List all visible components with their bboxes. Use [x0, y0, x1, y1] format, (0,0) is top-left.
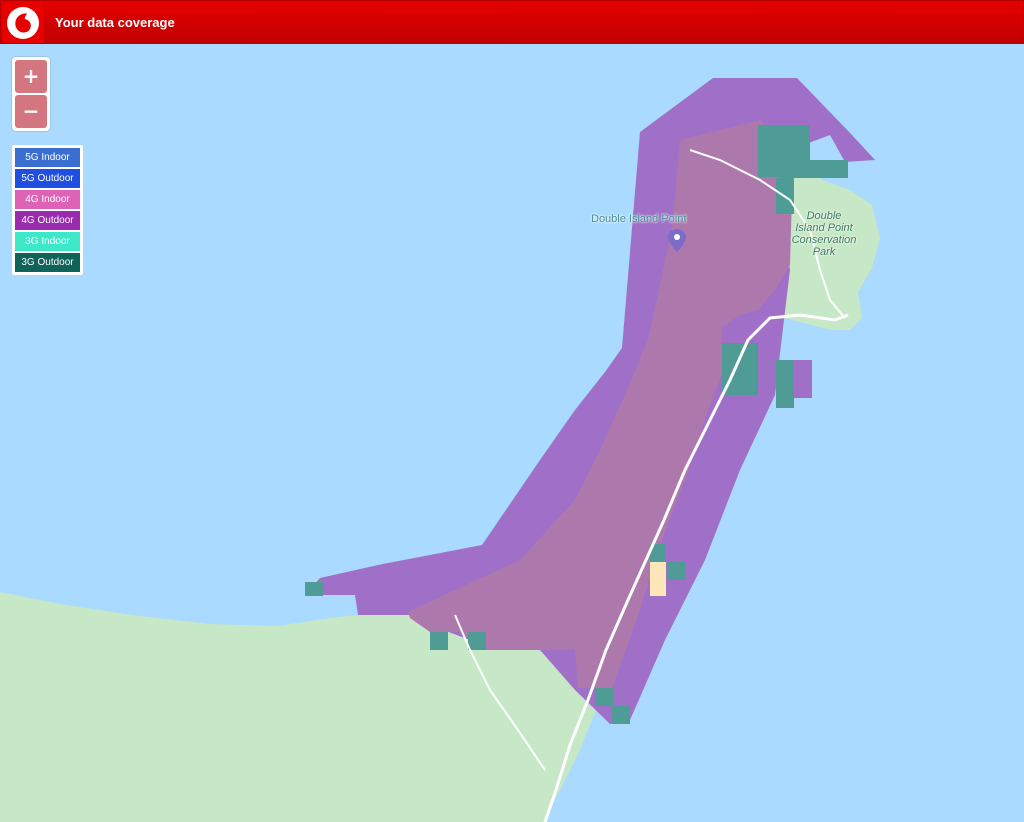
legend-item-3g-outdoor: 3G Outdoor	[15, 253, 80, 272]
app-header: Your data coverage	[0, 0, 1024, 44]
zoom-in-button[interactable]: +	[15, 60, 47, 93]
coverage-legend: 5G Indoor 5G Outdoor 4G Indoor 4G Outdoo…	[12, 145, 83, 275]
poi-label[interactable]: Double Island Point	[591, 213, 686, 225]
park-label-line: Park	[812, 246, 836, 258]
legend-item-4g-outdoor: 4G Outdoor	[15, 211, 80, 230]
park-label: Double Island Point Conservation Park	[785, 210, 863, 258]
park-label-line: Conservation	[791, 234, 857, 246]
zoom-control: + −	[12, 57, 50, 131]
park-label-line: Double	[806, 210, 842, 222]
vodafone-logo	[2, 2, 44, 43]
legend-item-5g-indoor: 5G Indoor	[15, 148, 80, 167]
legend-item-5g-outdoor: 5G Outdoor	[15, 169, 80, 188]
coverage-map[interactable]	[0, 44, 1024, 822]
park-label-line: Island Point	[795, 222, 853, 234]
legend-item-3g-indoor: 3G Indoor	[15, 232, 80, 251]
header-title: Your data coverage	[55, 15, 175, 30]
legend-item-4g-indoor: 4G Indoor	[15, 190, 80, 209]
zoom-out-button[interactable]: −	[15, 95, 47, 128]
coverage-4g-block	[794, 360, 812, 398]
vodafone-logo-icon	[7, 7, 39, 39]
sand-patch	[650, 562, 666, 596]
